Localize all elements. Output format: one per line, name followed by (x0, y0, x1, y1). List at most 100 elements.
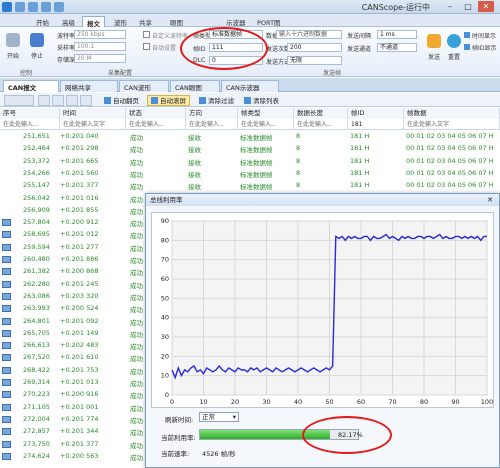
col-header-status[interactable]: 状态 (126, 108, 186, 119)
interval-field[interactable]: 1 ms (377, 30, 417, 39)
row-marker-icon (2, 403, 11, 411)
time-display-option[interactable]: 时间显示 (472, 31, 496, 40)
minimize-icon[interactable]: – (442, 1, 458, 12)
copy-icon[interactable] (38, 95, 50, 106)
cell-index: 272,857 (23, 427, 50, 436)
open-icon[interactable] (28, 2, 38, 12)
close-icon[interactable]: ✕ (478, 1, 494, 12)
tab-can-eye[interactable]: CAN眼图 (170, 80, 220, 92)
data-field[interactable]: 输入十六进制数据 (276, 30, 342, 39)
tab-share[interactable]: 共享 (135, 16, 156, 27)
send-button-label[interactable]: 发送 (428, 52, 440, 61)
filter-frame-data[interactable]: 在此处输入文字 (404, 119, 500, 130)
baud-field[interactable]: 250 kbps (74, 30, 126, 39)
store-field[interactable]: 20 M (74, 54, 126, 63)
col-header-frame-data[interactable]: 帧数据 (404, 108, 500, 119)
count-field[interactable]: 200 (287, 43, 342, 52)
filter-frame-type[interactable]: 在此处输入... (238, 119, 294, 130)
col-header-index[interactable]: 序号 (0, 108, 60, 119)
cell-frame-type: 标准数据帧 (240, 134, 273, 142)
dialog-close-icon[interactable]: ✕ (485, 196, 495, 204)
col-header-frame-type[interactable]: 帧类型 (238, 108, 294, 119)
col-header-direction[interactable]: 方向 (186, 108, 238, 119)
cell-time: +0.201 753 (60, 365, 99, 374)
table-row[interactable]: 251,651 +0.201 040 成功 接收 标准数据帧 8 181 H 00 01 02… (0, 131, 500, 143)
filter-icon[interactable] (4, 95, 34, 106)
filter-length[interactable]: 在此处输入... (294, 119, 348, 130)
tab-can-waveform[interactable]: CAN波形 (119, 80, 169, 92)
id-display-icon (464, 44, 470, 50)
utilization-chart: 0 10 20 30 40 50 60 70 80 90 100 0 10 20 30 40 50 60 70 80 9… (151, 212, 494, 408)
auto-scroll-button[interactable]: 自动滚屏 (147, 95, 190, 106)
cell-status: 成功 (130, 318, 143, 327)
tab-scope[interactable]: 示波器 (222, 16, 250, 27)
tab-advanced[interactable]: 高级 (58, 16, 79, 27)
tab-can-messages[interactable]: CAN报文 (3, 80, 59, 92)
cell-status: 成功 (130, 355, 143, 364)
auto-set-checkbox[interactable] (143, 43, 150, 50)
cell-direction: 接收 (188, 158, 201, 167)
tab-start[interactable]: 开始 (32, 16, 53, 27)
filter-frame-id[interactable]: 181 (348, 119, 404, 130)
redo-icon[interactable] (54, 2, 64, 12)
row-marker-icon (2, 391, 11, 399)
table-row[interactable]: 254,266 +0.201 560 成功 接收 标准数据帧 8 181 H 00 01 02… (0, 168, 500, 180)
cell-length: 8 (296, 168, 301, 177)
cell-frame-data: 00 01 02 03 04 05 06 07 H (406, 144, 494, 153)
tab-can-scope[interactable]: CAN示波器 (221, 80, 279, 92)
cell-index: 259,594 (23, 242, 50, 251)
tab-messages[interactable]: 报文 (82, 16, 105, 28)
auto-page-button[interactable]: 自动翻页 (100, 95, 143, 106)
y-tick-label: 70 (161, 256, 169, 264)
annotation-circle-utilization (302, 416, 392, 454)
tab-eye[interactable]: 眼图 (166, 16, 187, 27)
reset-icon[interactable] (447, 34, 461, 48)
cell-length: 8 (296, 181, 301, 190)
stop-icon[interactable] (30, 33, 44, 47)
undo-icon[interactable] (41, 2, 51, 12)
refresh-select[interactable]: 正常 ▾ (199, 412, 239, 422)
y-tick-label: 50 (161, 294, 169, 302)
maximize-icon[interactable]: □ (460, 1, 476, 12)
mode-select[interactable]: 无限 (287, 56, 342, 65)
start-button-label[interactable]: 开始 (7, 51, 19, 60)
export-icon[interactable] (52, 95, 64, 106)
table-row[interactable]: 253,372 +0.201 665 成功 接收 标准数据帧 8 181 H 00 01 02… (0, 156, 500, 168)
col-header-frame-id[interactable]: 帧ID (348, 108, 404, 119)
reset-button-label[interactable]: 重置 (448, 52, 460, 61)
stop-button-label[interactable]: 停止 (31, 51, 43, 60)
print-icon[interactable] (66, 95, 78, 106)
start-icon[interactable] (6, 33, 20, 47)
filter-index[interactable]: 在此处输入... (0, 119, 60, 130)
row-marker-icon (2, 415, 11, 423)
save-icon[interactable] (15, 2, 25, 12)
custom-baud-checkbox[interactable] (143, 31, 150, 38)
sample-field[interactable]: 100:1 (74, 42, 126, 51)
search-icon[interactable] (80, 95, 92, 106)
col-header-length[interactable]: 数据长度 (294, 108, 348, 119)
filter-direction[interactable]: 在此处输入... (186, 119, 238, 130)
table-row[interactable]: 255,147 +0.201 377 成功 接收 标准数据帧 8 181 H 00 01 02… (0, 180, 500, 192)
channel-select[interactable]: 不通道 (377, 43, 417, 52)
utilization-chart-svg: 0 10 20 30 40 50 60 70 80 90 100 0 10 20 30 40 50 60 70 80 9… (161, 217, 493, 406)
cell-time: +0.201 886 (60, 255, 99, 263)
tab-network-share[interactable]: 网络共享 (60, 80, 118, 92)
row-marker-icon (2, 231, 11, 239)
table-row[interactable]: 252,464 +0.201 298 成功 接收 标准数据帧 8 181 H 00 01 02… (0, 143, 500, 155)
clear-list-button[interactable]: 清除列表 (240, 95, 283, 106)
y-tick-label: 80 (161, 236, 169, 244)
tab-waveform[interactable]: 波形 (110, 16, 131, 27)
cell-status: 成功 (130, 392, 143, 401)
y-tick-label: 40 (161, 314, 169, 322)
send-icon[interactable] (427, 34, 441, 48)
col-header-time[interactable]: 时间 (60, 108, 126, 119)
tab-port[interactable]: PORT图 (253, 16, 285, 27)
cell-status: 成功 (130, 134, 143, 142)
baud-label: 波特率 (57, 33, 76, 40)
filter-status[interactable]: 在此处输入... (126, 119, 186, 130)
filter-time[interactable]: 在此处输入文字 (60, 119, 126, 130)
clear-filter-button[interactable]: 清除过滤 (195, 95, 238, 106)
id-display-option[interactable]: 帧ID显示 (472, 43, 496, 52)
clear-filter-icon (199, 97, 206, 104)
cell-status: 成功 (130, 404, 143, 413)
